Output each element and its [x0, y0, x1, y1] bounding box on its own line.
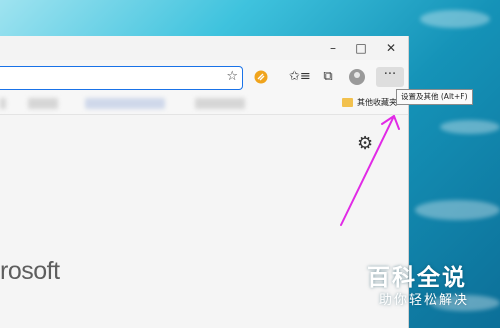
- site-watermark: 百科全说 助你轻松解决: [367, 264, 493, 310]
- watermark-title: 百科全说: [367, 265, 467, 291]
- watermark-subtitle: 助你轻松解决: [379, 293, 470, 308]
